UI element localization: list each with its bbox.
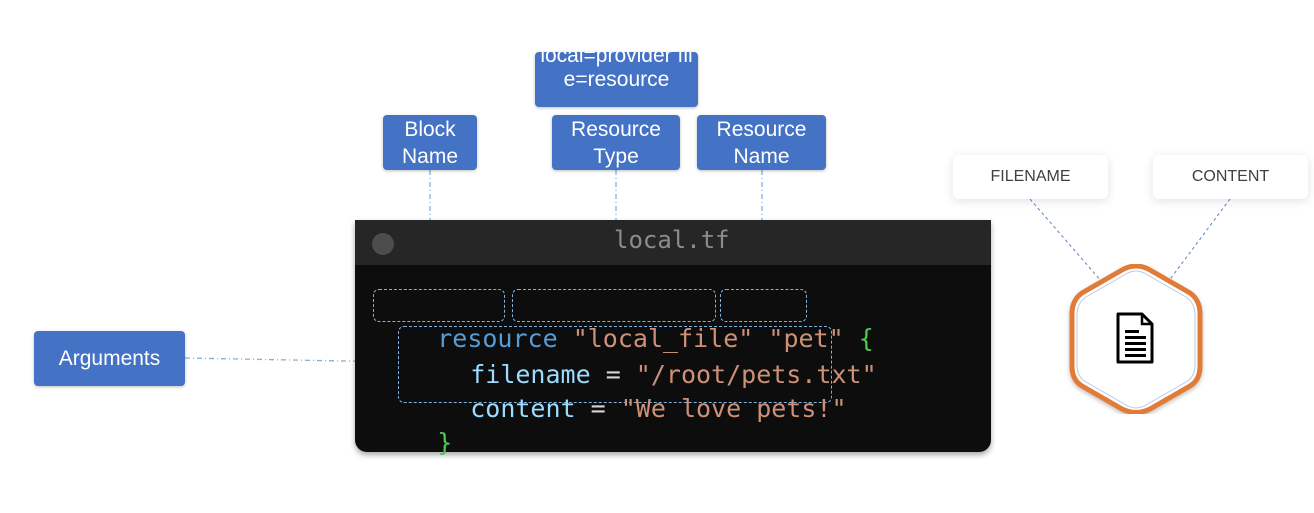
block-name-label: Block Name [383, 115, 477, 170]
arguments-text: Arguments [58, 347, 161, 370]
content-value: "We love pets!" [620, 394, 847, 423]
code-terminal: local.tf resource "local_file" "pet" { f… [355, 220, 991, 457]
terminal-title: local.tf [614, 226, 730, 254]
block-name-line1: Block [404, 117, 456, 141]
close-brace: } [437, 428, 453, 457]
provider-note-label: local=provider file=resource [535, 52, 698, 107]
window-dot-icon [372, 233, 394, 255]
document-icon [1116, 312, 1154, 364]
code-line-3: content = "We love pets!" [410, 358, 847, 460]
resource-type-label: Resource Type [552, 115, 680, 170]
provider-note-text: local=provider file=resource [540, 52, 693, 91]
file-resource-hexagon [1069, 264, 1203, 414]
resource-name-label: Resource Name [697, 115, 826, 170]
resource-name-line2: Name [733, 144, 790, 168]
resource-type-line2: Type [593, 144, 639, 168]
content-eq: = [575, 394, 621, 423]
block-name-line2: Name [401, 144, 459, 168]
resource-type-line1: Resource [571, 117, 661, 141]
filename-card: FILENAME [953, 155, 1108, 199]
code-line-4: } [377, 392, 452, 494]
arguments-label: Arguments [34, 331, 185, 386]
content-card: CONTENT [1153, 155, 1308, 199]
resource-name-line1: Resource [716, 117, 807, 141]
content-attr: content [470, 394, 576, 423]
terminal-title-bar: local.tf [355, 220, 991, 265]
